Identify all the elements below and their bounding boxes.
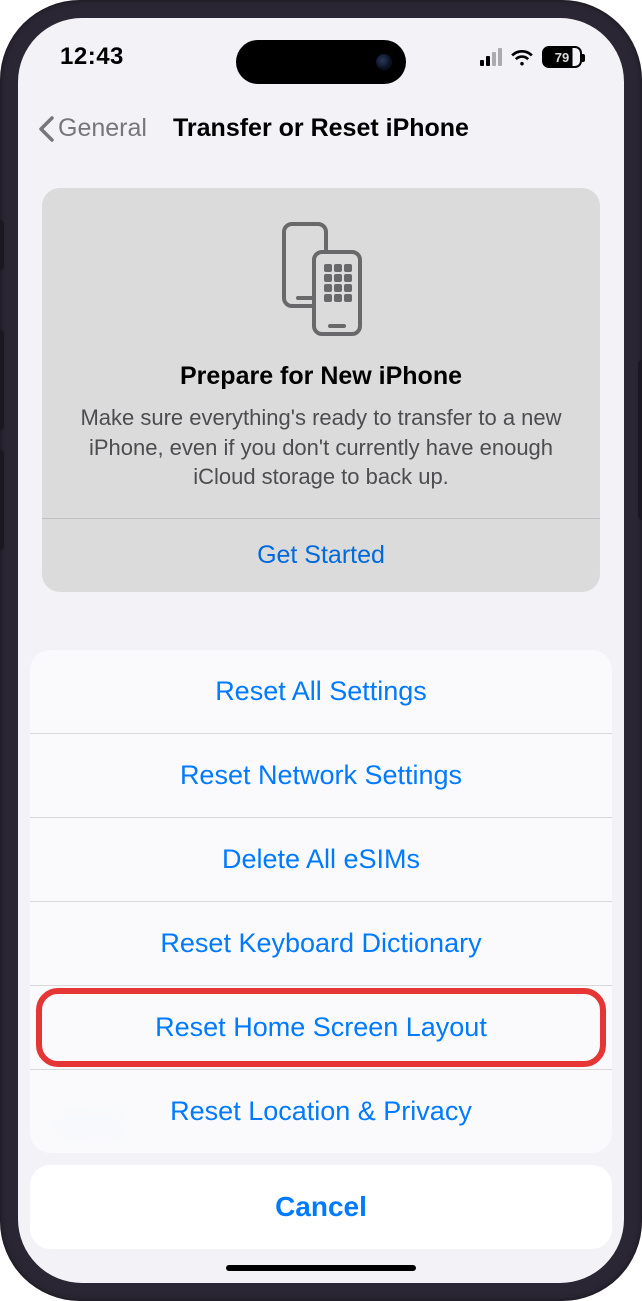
prepare-card: Prepare for New iPhone Make sure everyth… bbox=[42, 188, 600, 592]
transfer-devices-icon bbox=[66, 218, 576, 338]
sheet-item-label: Reset Keyboard Dictionary bbox=[160, 928, 481, 958]
dynamic-island bbox=[236, 40, 406, 84]
status-time: 12:43 bbox=[60, 43, 124, 71]
side-button bbox=[0, 450, 4, 550]
sheet-item-label: Reset Home Screen Layout bbox=[155, 1012, 487, 1042]
reset-home-screen-layout-button[interactable]: Reset Home Screen Layout bbox=[30, 986, 612, 1070]
back-button[interactable]: General bbox=[38, 114, 147, 143]
side-button bbox=[0, 330, 4, 430]
card-title: Prepare for New iPhone bbox=[66, 362, 576, 391]
cellular-signal-icon bbox=[480, 48, 502, 66]
reset-action-sheet: Reset All Settings Reset Network Setting… bbox=[30, 650, 612, 1249]
cancel-button[interactable]: Cancel bbox=[30, 1165, 612, 1249]
front-camera-icon bbox=[376, 54, 392, 70]
screen: 12:43 79 bbox=[18, 18, 624, 1283]
get-started-button[interactable]: Get Started bbox=[66, 519, 576, 592]
wifi-icon bbox=[510, 48, 534, 66]
cancel-label: Cancel bbox=[275, 1191, 367, 1222]
battery-percentage: 79 bbox=[555, 50, 569, 65]
reset-network-settings-button[interactable]: Reset Network Settings bbox=[30, 734, 612, 818]
home-indicator[interactable] bbox=[226, 1265, 416, 1271]
battery-indicator: 79 bbox=[542, 46, 582, 68]
reset-all-settings-button[interactable]: Reset All Settings bbox=[30, 650, 612, 734]
side-button bbox=[0, 220, 4, 270]
sheet-item-label: Delete All eSIMs bbox=[222, 844, 420, 874]
page-title: Transfer or Reset iPhone bbox=[173, 114, 469, 143]
sheet-item-label: Reset Network Settings bbox=[180, 760, 462, 790]
sheet-item-label: Reset All Settings bbox=[215, 676, 427, 706]
chevron-left-icon bbox=[38, 116, 54, 142]
sheet-item-label: Reset Location & Privacy bbox=[170, 1096, 472, 1126]
card-description: Make sure everything's ready to transfer… bbox=[66, 403, 576, 492]
reset-location-privacy-button[interactable]: Reset Location & Privacy bbox=[30, 1070, 612, 1153]
back-label: General bbox=[58, 114, 147, 143]
side-button bbox=[638, 360, 642, 520]
action-sheet-group: Reset All Settings Reset Network Setting… bbox=[30, 650, 612, 1153]
delete-all-esims-button[interactable]: Delete All eSIMs bbox=[30, 818, 612, 902]
reset-keyboard-dictionary-button[interactable]: Reset Keyboard Dictionary bbox=[30, 902, 612, 986]
navigation-bar: General Transfer or Reset iPhone bbox=[18, 96, 624, 163]
iphone-frame: 12:43 79 bbox=[0, 0, 642, 1301]
